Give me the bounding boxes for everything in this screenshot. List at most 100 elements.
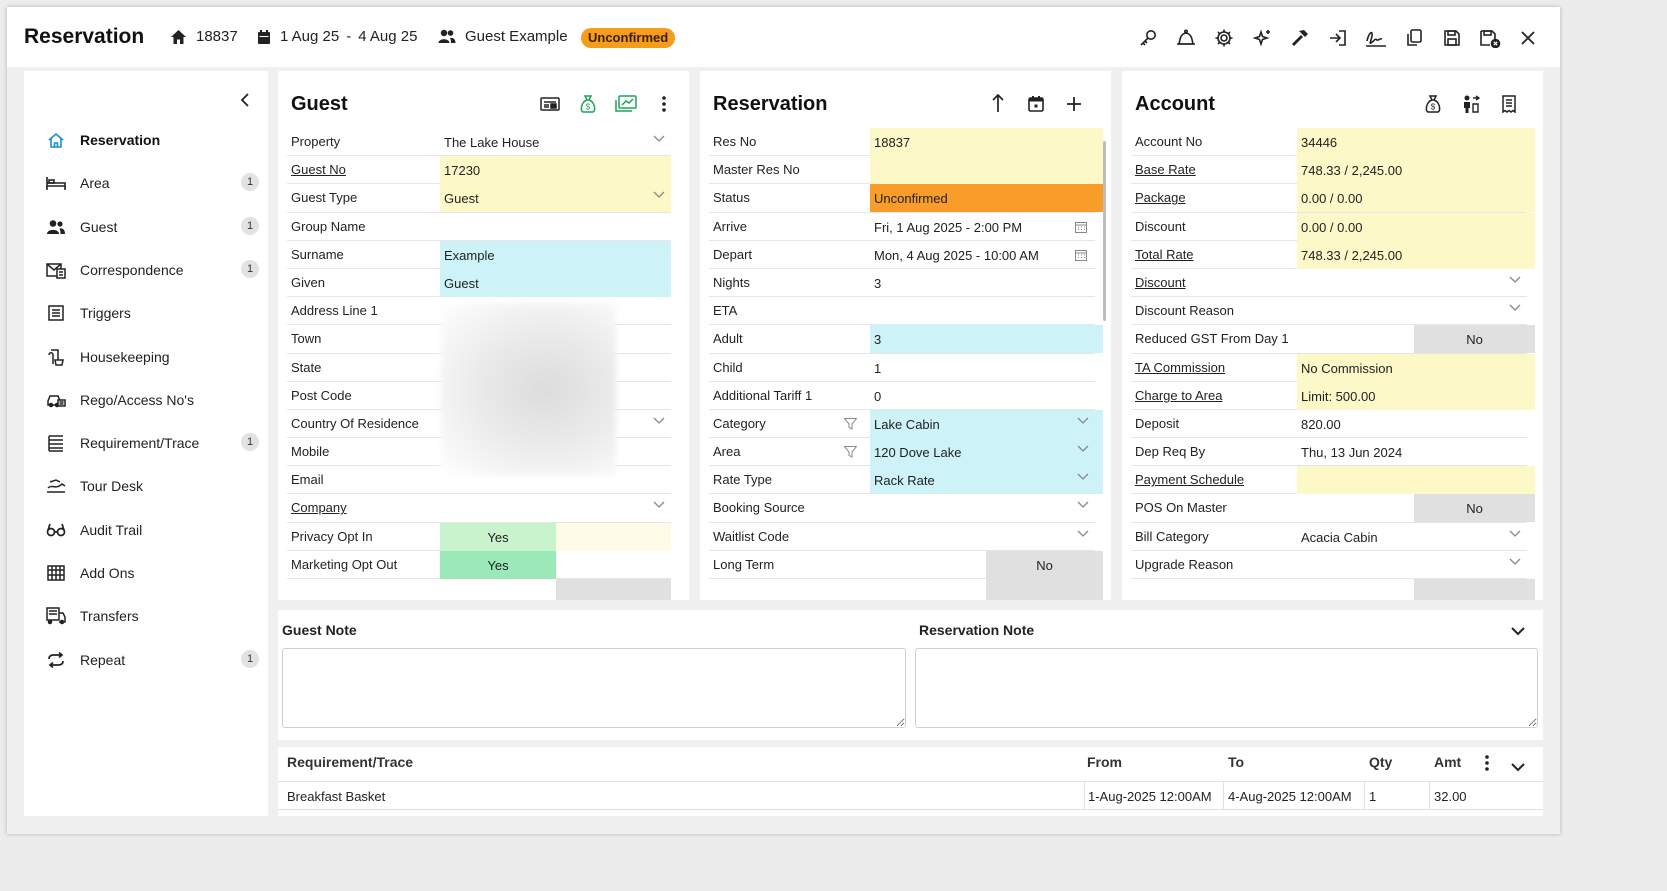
field-value[interactable] — [440, 494, 671, 522]
gear-icon[interactable] — [1205, 27, 1243, 49]
sidebar-item-add-ons[interactable]: Add Ons — [44, 558, 259, 588]
sign-in-icon[interactable] — [1319, 27, 1357, 49]
field-value[interactable]: Limit: 500.00 — [1297, 381, 1535, 410]
field-value[interactable]: 120 Dove Lake — [870, 438, 1103, 467]
save-close-icon[interactable] — [1471, 27, 1509, 49]
close-icon[interactable] — [1509, 27, 1547, 49]
count-badge: 1 — [241, 173, 259, 192]
sidebar-item-transfers[interactable]: Transfers — [44, 601, 259, 631]
field-value[interactable]: 820.00 — [1297, 410, 1535, 438]
hammer-icon[interactable] — [1281, 27, 1319, 49]
field-label[interactable]: Total Rate — [1135, 241, 1194, 269]
sidebar-item-triggers[interactable]: Triggers — [44, 298, 259, 328]
column-header-requirement[interactable]: Requirement/Trace — [287, 754, 413, 770]
calendar-icon[interactable] — [1075, 221, 1087, 233]
sparkle-icon[interactable] — [1243, 27, 1281, 49]
field-value[interactable]: Example — [440, 240, 671, 269]
money-bag-icon[interactable]: $ — [1414, 93, 1452, 115]
field-value[interactable] — [870, 494, 1103, 522]
field-label[interactable]: Base Rate — [1135, 156, 1196, 184]
field-row-deposit: Deposit 820.00 — [1131, 410, 1527, 439]
column-header-from[interactable]: From — [1087, 754, 1122, 770]
sidebar-item-reservation[interactable]: Reservation — [44, 125, 259, 155]
field-row-booking-source: Booking Source — [709, 494, 1095, 523]
key-icon[interactable] — [1129, 27, 1167, 49]
sidebar-item-audit-trail[interactable]: Audit Trail — [44, 515, 259, 545]
field-value[interactable] — [870, 523, 1103, 551]
upload-arrow-icon[interactable] — [979, 93, 1017, 115]
sidebar-item-housekeeping[interactable]: Housekeeping — [44, 342, 259, 372]
field-value[interactable] — [1297, 297, 1535, 325]
receipt-icon[interactable] — [1490, 93, 1528, 115]
calendar-star-icon[interactable] — [1017, 93, 1055, 115]
field-value[interactable] — [440, 213, 671, 241]
field-value[interactable] — [870, 297, 1103, 325]
sidebar-item-rego-access-no-s[interactable]: Rego/Access No's — [44, 385, 259, 415]
field-value[interactable]: Thu, 13 Jun 2024 — [1297, 438, 1535, 466]
field-value[interactable]: No Commission — [1297, 353, 1535, 382]
save-icon[interactable] — [1433, 27, 1471, 49]
field-value[interactable]: Guest — [440, 268, 671, 297]
copy-icon[interactable] — [1395, 27, 1433, 49]
sidebar-item-requirement-trace[interactable]: Requirement/Trace 1 — [44, 428, 259, 458]
field-value[interactable] — [1297, 551, 1535, 579]
sidebar-item-tour-desk[interactable]: Tour Desk — [44, 471, 259, 501]
field-value[interactable]: Fri, 1 Aug 2025 - 2:00 PM — [870, 213, 1103, 241]
field-value[interactable]: 17230 — [440, 156, 671, 185]
sidebar-item-guest[interactable]: Guest 1 — [44, 212, 259, 242]
column-header-qty[interactable]: Qty — [1369, 754, 1392, 770]
field-value[interactable]: No — [986, 550, 1103, 579]
field-value[interactable] — [870, 156, 1103, 185]
chart-card-icon[interactable] — [607, 93, 645, 115]
filter-icon[interactable] — [844, 417, 857, 430]
money-bag-icon[interactable]: $ — [569, 93, 607, 115]
requirements-collapse-button[interactable] — [1511, 759, 1525, 777]
field-label[interactable]: Company — [291, 494, 347, 522]
column-header-to[interactable]: To — [1228, 754, 1244, 770]
field-value[interactable]: No — [1414, 494, 1535, 523]
sidebar-item-area[interactable]: Area 1 — [44, 168, 259, 198]
field-value[interactable] — [1297, 466, 1535, 495]
field-label: Deposit — [1135, 415, 1180, 431]
plus-icon[interactable] — [1055, 93, 1093, 115]
field-value[interactable]: Yes — [440, 550, 556, 579]
sidebar-item-repeat[interactable]: Repeat 1 — [44, 645, 259, 675]
field-label[interactable]: Charge to Area — [1135, 382, 1222, 410]
field-value[interactable]: Acacia Cabin — [1297, 523, 1535, 551]
field-value[interactable]: Guest — [440, 184, 671, 213]
filter-icon[interactable] — [844, 446, 857, 458]
signature-icon[interactable] — [1357, 27, 1395, 49]
field-value[interactable]: 1 — [870, 354, 1103, 382]
field-label[interactable]: Guest No — [291, 156, 346, 184]
more-vertical-icon[interactable] — [1484, 754, 1490, 777]
field-value[interactable]: 3 — [870, 325, 1103, 354]
column-header-amt[interactable]: Amt — [1434, 754, 1461, 770]
id-card-icon[interactable] — [531, 93, 569, 115]
field-row-rate-type: Rate Type Rack Rate — [709, 466, 1103, 495]
calendar-icon[interactable] — [1075, 249, 1087, 261]
field-label[interactable]: Payment Schedule — [1135, 466, 1244, 494]
field-label[interactable]: Discount — [1135, 269, 1186, 297]
person-transfer-icon[interactable] — [1452, 93, 1490, 115]
field-value[interactable]: The Lake House — [440, 128, 671, 156]
field-value[interactable]: 0 — [870, 382, 1103, 410]
field-value[interactable]: Mon, 4 Aug 2025 - 10:00 AM — [870, 241, 1103, 269]
sidebar-item-correspondence[interactable]: Correspondence 1 — [44, 255, 259, 285]
field-value[interactable]: No — [1414, 325, 1535, 354]
more-vertical-icon[interactable] — [645, 93, 683, 115]
field-value[interactable]: Yes — [440, 522, 556, 551]
field-value[interactable]: 3 — [870, 269, 1103, 297]
field-value[interactable]: Lake Cabin — [870, 409, 1103, 438]
field-value[interactable]: Rack Rate — [870, 466, 1103, 495]
field-label[interactable]: TA Commission — [1135, 354, 1225, 382]
guest-note-input[interactable] — [282, 648, 906, 728]
notes-expand-button[interactable] — [1511, 623, 1525, 641]
reservation-note-input[interactable] — [915, 648, 1538, 728]
sidebar-item-label: Reservation — [80, 132, 161, 148]
bell-icon[interactable] — [1167, 27, 1205, 49]
field-label[interactable]: Package — [1135, 184, 1186, 212]
collapse-sidebar-button[interactable] — [234, 89, 256, 111]
reservation-scrollbar[interactable] — [1103, 141, 1106, 321]
field-value[interactable]: Unconfirmed — [870, 184, 1103, 213]
field-value[interactable] — [1297, 269, 1535, 297]
